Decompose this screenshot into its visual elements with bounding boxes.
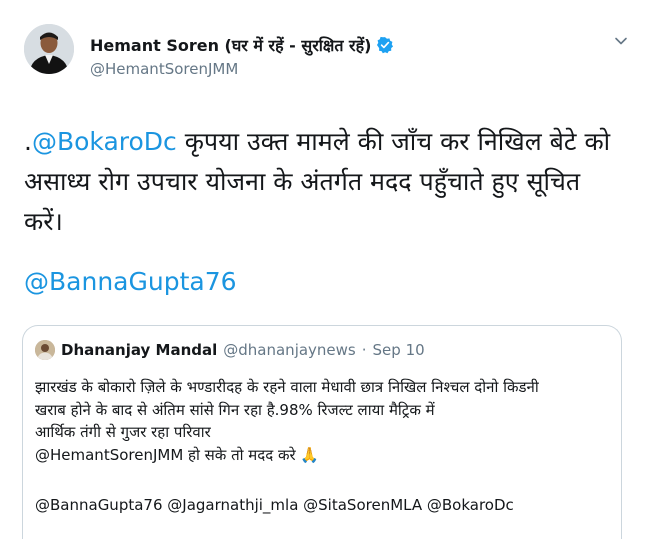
quoted-tweet-header: Dhananjay Mandal @dhananjaynews · Sep 10 <box>35 340 425 360</box>
tweet-line-1: .@BokaroDc कृपया उक्त मामले की जाँच कर न… <box>24 122 624 162</box>
quoted-author-handle: @dhananjaynews <box>223 341 356 359</box>
mention-bannagupta76[interactable]: @BannaGupta76 <box>24 267 237 296</box>
quoted-author-avatar <box>35 340 55 360</box>
mention-bokarodc[interactable]: @BokaroDc <box>32 127 177 156</box>
quoted-separator: · <box>361 341 367 359</box>
quoted-mentions: @BannaGupta76 @Jagarnathji_mla @SitaSore… <box>35 496 514 514</box>
tweet-text: .@BokaroDc कृपया उक्त मामले की जाँच कर न… <box>24 122 624 242</box>
tweet-line-3: करें। <box>24 207 63 236</box>
chevron-down-icon[interactable] <box>610 30 632 52</box>
verified-badge-icon <box>376 36 394 54</box>
tweet-mention-line: @BannaGupta76 <box>24 262 237 302</box>
quoted-line-4: @HemantSorenJMM हो सके तो मदद करे 🙏 <box>35 445 320 464</box>
tweet-line-2: असाध्य रोग उपचार योजना के अंतर्गत मदद पह… <box>24 167 581 196</box>
quoted-line-2: खराब होने के बाद से अंतिम सांसे गिन रहा … <box>35 400 435 419</box>
tweet-prefix: . <box>24 127 32 156</box>
author-handle[interactable]: @HemantSorenJMM <box>90 60 238 78</box>
quoted-line-3: आर्थिक तंगी से गुजर रहा परिवार <box>35 423 211 441</box>
quoted-tweet-text: झारखंड के बोकारो ज़िले के भण्डारीदह के र… <box>35 376 539 466</box>
author-name-row: Hemant Soren (घर में रहें - सुरक्षित रहे… <box>90 34 394 56</box>
tweet-line-1-text: कृपया उक्त मामले की जाँच कर निखिल बेटे क… <box>176 127 611 156</box>
quoted-date: Sep 10 <box>372 341 425 359</box>
quoted-author-name: Dhananjay Mandal <box>61 341 218 359</box>
author-name[interactable]: Hemant Soren (घर में रहें - सुरक्षित रहे… <box>90 34 371 56</box>
tweet-card: Hemant Soren (घर में रहें - सुरक्षित रहे… <box>0 0 650 540</box>
quoted-line-1: झारखंड के बोकारो ज़िले के भण्डारीदह के र… <box>35 378 539 396</box>
quoted-tweet[interactable]: Dhananjay Mandal @dhananjaynews · Sep 10… <box>22 325 622 539</box>
author-avatar[interactable] <box>24 24 74 74</box>
